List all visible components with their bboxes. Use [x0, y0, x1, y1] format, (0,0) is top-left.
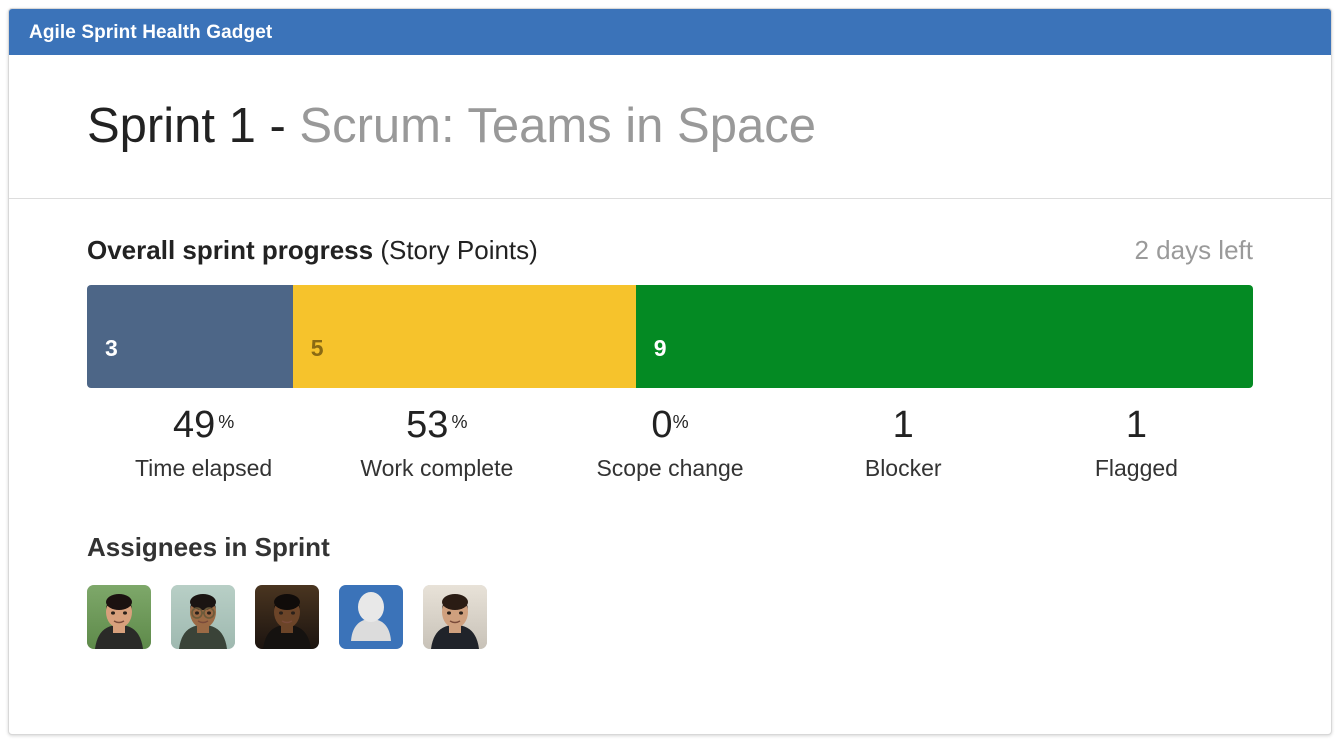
- stat-label: Time elapsed: [134, 454, 273, 481]
- gadget-screen: Agile Sprint Health Gadget Sprint 1 - Sc…: [0, 0, 1340, 744]
- gadget-title: Agile Sprint Health Gadget: [29, 21, 273, 43]
- progress-title-unit: (Story Points): [373, 235, 538, 265]
- percent-sign: %: [672, 412, 689, 432]
- avatar-person-5[interactable]: [423, 584, 487, 649]
- percent-sign: %: [451, 412, 468, 432]
- avatar-default-user[interactable]: [339, 584, 403, 649]
- stat-label: Flagged: [1094, 454, 1178, 481]
- page-title: Sprint 1 - Scrum: Teams in Space: [87, 98, 816, 154]
- stat-value: 1: [892, 404, 914, 446]
- progress-segment-value: 5: [310, 335, 324, 361]
- stat-value: 0%: [651, 404, 689, 446]
- gadget-title-bar: Agile Sprint Health Gadget: [9, 9, 1331, 55]
- progress-header-row: Overall sprint progress (Story Points) 2…: [87, 199, 1253, 263]
- avatar-person-1[interactable]: [87, 584, 151, 649]
- progress-segment-in-progress[interactable]: 5: [292, 285, 636, 388]
- stat-value: 53%: [406, 404, 468, 446]
- stat-value: 1: [1125, 404, 1147, 446]
- progress-segment-to-do[interactable]: 3: [87, 285, 293, 388]
- sprint-board-name: Scrum: Teams in Space: [299, 98, 816, 153]
- assignee-avatar-row: [87, 584, 1253, 649]
- percent-sign: %: [218, 412, 235, 432]
- stat-label: Scope change: [596, 454, 744, 481]
- avatar-person-3[interactable]: [255, 584, 319, 649]
- assignees-section-title: Assignees in Sprint: [87, 531, 330, 562]
- progress-segment-done[interactable]: 9: [635, 285, 1253, 388]
- stat-label: Work complete: [360, 454, 514, 481]
- sprint-progress-bar[interactable]: 3 5 9: [87, 285, 1253, 388]
- sprint-stats-row: 49% Time elapsed 53% Work complete 0% Scope c…: [87, 404, 1253, 481]
- sprint-health-card: Agile Sprint Health Gadget Sprint 1 - Sc…: [8, 8, 1332, 735]
- days-left-label: 2 days left: [1134, 235, 1253, 265]
- progress-segment-value: 9: [653, 335, 667, 361]
- progress-segment-value: 3: [105, 335, 118, 361]
- stat-value: 49%: [172, 404, 235, 446]
- avatar-person-2[interactable]: [171, 584, 235, 649]
- stat-time-elapsed: 49% Time elapsed: [87, 404, 320, 481]
- sprint-header: Sprint 1 - Scrum: Teams in Space: [9, 55, 1331, 199]
- card-body: Overall sprint progress (Story Points) 2…: [9, 199, 1331, 649]
- stat-label: Blocker: [864, 454, 942, 481]
- stat-work-complete: 53% Work complete: [320, 404, 553, 481]
- progress-section-title: Overall sprint progress (Story Points): [87, 237, 538, 263]
- stat-scope-change: 0% Scope change: [553, 404, 786, 481]
- stat-blocker: 1 Blocker: [787, 404, 1020, 481]
- progress-title-strong: Overall sprint progress: [87, 235, 374, 265]
- stat-flagged: 1 Flagged: [1020, 404, 1253, 481]
- sprint-name: Sprint 1 -: [87, 98, 300, 153]
